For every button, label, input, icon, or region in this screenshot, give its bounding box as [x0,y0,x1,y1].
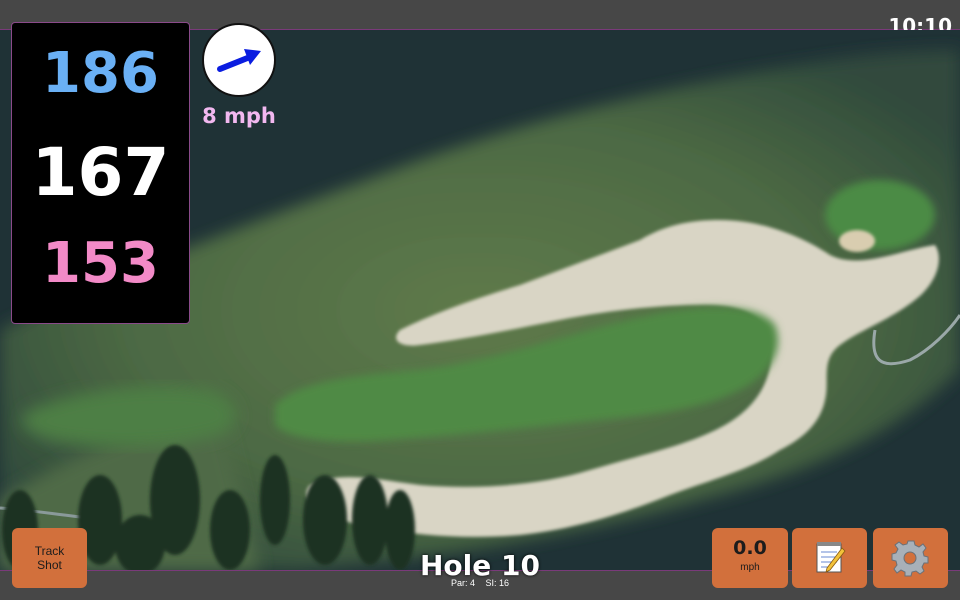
track-shot-label-line2: Shot [37,558,62,572]
front-distance: 153 [42,231,159,296]
notes-button[interactable] [792,528,867,588]
speed-value: 0.0 [733,537,767,559]
distance-panel: 186 167 153 [11,22,190,324]
notepad-icon [816,542,846,573]
track-shot-label-line1: Track [34,544,65,558]
speed-unit: mph [740,562,760,573]
hole-par: Par: 4 [450,578,475,588]
wind-arrow-icon [217,49,261,72]
speed-button[interactable]: 0.0 mph [712,528,788,588]
back-distance: 186 [42,41,159,106]
settings-button[interactable] [873,528,948,588]
hole-info: Par: 4 SI: 16 [380,578,580,588]
gear-icon [891,540,929,577]
middle-distance: 167 [31,134,170,211]
track-shot-button[interactable]: Track Shot [12,528,87,588]
wind-speed: 8 mph [202,104,276,128]
hole-stroke-index: SI: 16 [485,578,510,588]
wind-indicator [202,23,276,97]
